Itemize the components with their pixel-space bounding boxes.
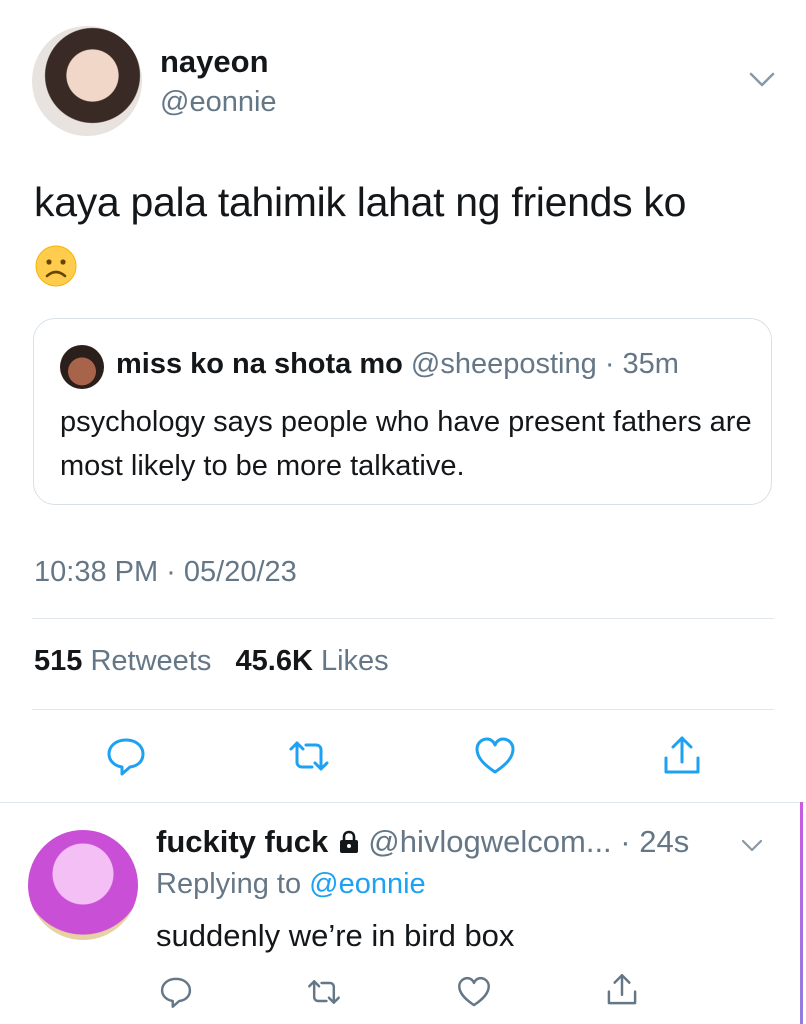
scroll-indicator [800,802,803,1024]
replying-prefix: Replying to [156,868,302,900]
likes-stat[interactable]: 45.6K Likes [236,645,389,677]
tweet-timestamp[interactable]: 10:38 PM · 05/20/23 [34,556,297,589]
quote-handle[interactable]: @sheeposting [411,348,597,380]
tweet-stats: 515 Retweets 45.6K Likes [34,645,389,678]
reply-time: · 24s [620,824,690,859]
quote-text: psychology says people who have present … [60,406,752,482]
lock-icon [340,830,359,853]
share-icon[interactable] [604,972,640,1008]
reply-header: fuckity fuck @hivlogwelcom... · 24s [156,824,689,860]
author-handle[interactable]: @eonnie [160,86,277,119]
reply-icon[interactable] [104,734,148,778]
quote-header: miss ko na shota mo @sheeposting · 35m [116,348,679,381]
author-display-name[interactable]: nayeon [160,44,269,80]
chevron-down-icon[interactable] [740,836,764,854]
reply-text: suddenly we’re in bird box [156,918,515,953]
frowning-face-icon [35,245,77,287]
replying-mention-link[interactable]: @eonnie [309,868,426,900]
divider [0,802,806,803]
reply-handle[interactable]: @hivlogwelcom... [368,824,611,859]
retweets-stat[interactable]: 515 Retweets [34,645,219,677]
retweet-icon[interactable] [287,734,331,778]
reply-icon[interactable] [158,974,194,1010]
heart-icon[interactable] [456,974,492,1010]
reply-author-avatar[interactable] [28,830,138,940]
retweets-count: 515 [34,645,83,677]
divider [32,618,774,619]
share-icon[interactable] [660,734,704,778]
quote-display-name[interactable]: miss ko na shota mo [116,348,403,380]
tweet-text: kaya pala tahimik lahat ng friends ko [34,172,774,288]
author-avatar[interactable] [32,26,142,136]
tweet-text-content: kaya pala tahimik lahat ng friends ko [34,179,687,225]
quote-author-avatar[interactable] [60,345,104,389]
heart-icon[interactable] [473,734,517,778]
chevron-down-icon[interactable] [748,68,776,90]
quote-time: · 35m [604,348,679,380]
likes-count: 45.6K [235,645,313,677]
retweets-label: Retweets [90,645,212,677]
retweet-icon[interactable] [306,974,342,1010]
replying-to-line: Replying to @eonnie [156,868,426,901]
likes-label: Likes [320,645,389,677]
divider [32,709,774,710]
reply-display-name[interactable]: fuckity fuck [156,824,328,859]
